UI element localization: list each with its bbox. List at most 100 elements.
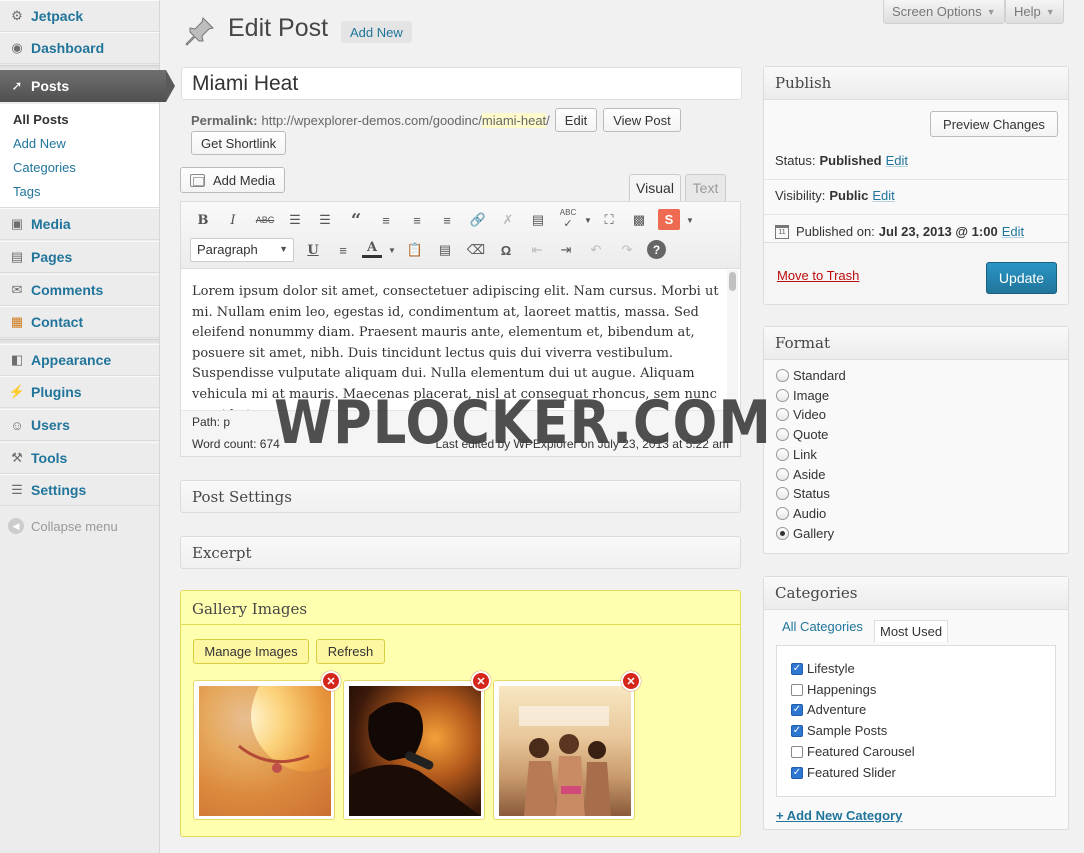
menu-item-settings[interactable]: ☰ Settings xyxy=(0,474,159,506)
excerpt-box[interactable]: Excerpt xyxy=(180,536,741,569)
spellcheck-icon[interactable]: ABC ✓ xyxy=(558,208,578,230)
manage-images-button[interactable]: Manage Images xyxy=(193,639,309,664)
redo-icon[interactable]: ↷ xyxy=(617,240,637,260)
post-title-input[interactable]: Miami Heat xyxy=(181,67,742,100)
permalink-url[interactable]: http://wpexplorer-demos.com/goodinc/miam… xyxy=(261,112,550,128)
tab-most-used[interactable]: Most Used xyxy=(874,620,949,642)
checkbox[interactable] xyxy=(791,683,803,696)
edit-status-link[interactable]: Edit xyxy=(886,153,908,168)
format-option-quote[interactable]: Quote xyxy=(776,427,828,442)
justify-icon[interactable]: ≡ xyxy=(333,240,353,260)
format-header[interactable]: Format xyxy=(764,327,1068,360)
bold-icon[interactable]: B xyxy=(193,210,213,230)
special-character-icon[interactable]: Ω xyxy=(496,240,516,260)
menu-item-users[interactable]: ☺ Users xyxy=(0,409,159,441)
submenu-add-new[interactable]: Add New xyxy=(13,136,66,151)
indent-icon[interactable]: ⇥ xyxy=(556,240,576,260)
gallery-thumbnail[interactable] xyxy=(193,680,335,820)
paste-word-icon[interactable]: ▤ xyxy=(435,240,455,260)
categories-header[interactable]: Categories xyxy=(764,577,1068,610)
shortcodes-icon[interactable]: S xyxy=(658,209,680,230)
italic-icon[interactable]: I xyxy=(223,210,243,230)
format-select[interactable]: Paragraph ▼ xyxy=(190,238,294,262)
menu-item-contact[interactable]: ▦ Contact xyxy=(0,306,159,338)
align-left-icon[interactable]: ≡ xyxy=(376,210,396,230)
edit-slug-button[interactable]: Edit xyxy=(554,108,598,132)
editor-content[interactable]: Lorem ipsum dolor sit amet, consectetuer… xyxy=(192,282,724,410)
gallery-thumbnail[interactable] xyxy=(493,680,635,820)
category-item[interactable]: ✓ Featured Slider xyxy=(791,765,896,780)
caret-down-icon[interactable]: ▼ xyxy=(578,210,598,230)
checkbox-checked[interactable]: ✓ xyxy=(791,724,803,737)
format-option-image[interactable]: Image xyxy=(776,388,829,403)
publish-header[interactable]: Publish xyxy=(764,67,1068,100)
add-new-post-button[interactable]: Add New xyxy=(341,21,412,43)
category-item[interactable]: ✓ Sample Posts xyxy=(791,723,887,738)
radio-button[interactable] xyxy=(776,408,789,421)
align-center-icon[interactable]: ≡ xyxy=(407,210,427,230)
add-new-category-link[interactable]: + Add New Category xyxy=(776,808,902,823)
insert-link-icon[interactable]: 🔗 xyxy=(468,210,488,230)
paste-text-icon[interactable]: 📋 xyxy=(405,240,425,260)
refresh-button[interactable]: Refresh xyxy=(316,639,385,664)
menu-item-jetpack[interactable]: ⚙ Jetpack xyxy=(0,0,159,32)
radio-button[interactable] xyxy=(776,468,789,481)
menu-item-dashboard[interactable]: ◉ Dashboard xyxy=(0,32,159,64)
collapse-menu[interactable]: ◀ Collapse menu xyxy=(8,518,118,534)
text-color-icon[interactable]: A xyxy=(362,239,382,258)
unlink-icon[interactable]: ✗ xyxy=(498,210,518,230)
help-icon[interactable]: ? xyxy=(647,240,666,259)
remove-image-icon[interactable]: ✕ xyxy=(321,671,341,691)
category-item[interactable]: Happenings xyxy=(791,682,876,697)
tab-all-categories[interactable]: All Categories xyxy=(782,619,863,634)
menu-item-tools[interactable]: ⚒ Tools xyxy=(0,442,159,474)
menu-item-posts[interactable]: ➚ Posts xyxy=(0,70,175,102)
strikethrough-icon[interactable]: ABC xyxy=(255,210,275,230)
edit-date-link[interactable]: Edit xyxy=(1002,224,1024,239)
tab-text[interactable]: Text xyxy=(685,174,726,201)
update-button[interactable]: Update xyxy=(986,262,1057,294)
tab-visual[interactable]: Visual xyxy=(629,174,681,201)
bullet-list-icon[interactable]: ☰ xyxy=(285,210,305,230)
menu-item-pages[interactable]: ▤ Pages xyxy=(0,241,159,273)
get-shortlink-button[interactable]: Get Shortlink xyxy=(191,131,287,155)
underline-icon[interactable]: U xyxy=(303,240,323,260)
blockquote-icon[interactable]: “ xyxy=(346,210,366,231)
radio-button[interactable] xyxy=(776,448,789,461)
submenu-categories[interactable]: Categories xyxy=(13,160,76,175)
help-button[interactable]: Help ▼ xyxy=(1005,0,1064,24)
menu-item-appearance[interactable]: ◧ Appearance xyxy=(0,344,159,376)
preview-changes-button[interactable]: Preview Changes xyxy=(930,111,1058,137)
editor-scrollbar[interactable] xyxy=(727,270,738,410)
radio-button[interactable] xyxy=(776,428,789,441)
checkbox-checked[interactable]: ✓ xyxy=(791,766,803,779)
category-item[interactable]: Featured Carousel xyxy=(791,744,915,759)
numbered-list-icon[interactable]: ☰ xyxy=(315,210,335,230)
remove-image-icon[interactable]: ✕ xyxy=(471,671,491,691)
undo-icon[interactable]: ↶ xyxy=(586,240,606,260)
format-option-audio[interactable]: Audio xyxy=(776,506,826,521)
format-option-gallery[interactable]: Gallery xyxy=(776,526,834,541)
scrollbar-thumb[interactable] xyxy=(729,272,736,291)
move-to-trash-link[interactable]: Move to Trash xyxy=(777,268,859,283)
radio-button-selected[interactable] xyxy=(776,527,789,540)
format-option-video[interactable]: Video xyxy=(776,407,826,422)
eraser-icon[interactable]: ⌫ xyxy=(466,240,486,260)
outdent-icon[interactable]: ⇤ xyxy=(527,240,547,260)
radio-button[interactable] xyxy=(776,487,789,500)
menu-item-plugins[interactable]: ⚡ Plugins xyxy=(0,376,159,408)
kitchen-sink-icon[interactable]: ▩ xyxy=(629,210,649,230)
post-settings-box[interactable]: Post Settings xyxy=(180,480,741,513)
format-option-standard[interactable]: Standard xyxy=(776,368,846,383)
remove-image-icon[interactable]: ✕ xyxy=(621,671,641,691)
submenu-tags[interactable]: Tags xyxy=(13,184,40,199)
submenu-all-posts[interactable]: All Posts xyxy=(13,112,69,127)
screen-options-button[interactable]: Screen Options ▼ xyxy=(883,0,1005,24)
category-item[interactable]: ✓ Lifestyle xyxy=(791,661,855,676)
caret-down-icon[interactable]: ▼ xyxy=(382,240,402,260)
category-item[interactable]: ✓ Adventure xyxy=(791,702,866,717)
gallery-thumbnail[interactable] xyxy=(343,680,485,820)
menu-item-comments[interactable]: ✉ Comments xyxy=(0,274,159,306)
menu-item-media[interactable]: ▣ Media xyxy=(0,208,159,240)
radio-button[interactable] xyxy=(776,389,789,402)
